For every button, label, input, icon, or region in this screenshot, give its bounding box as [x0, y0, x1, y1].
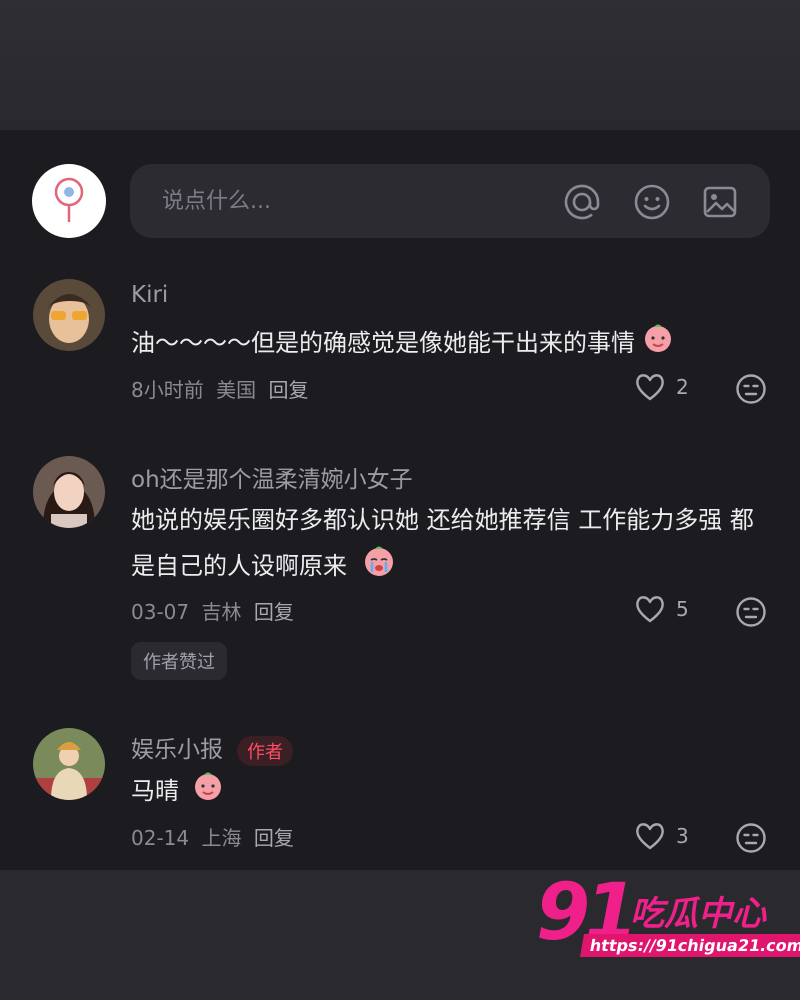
comment-location: 上海	[201, 826, 242, 850]
dislike-face-icon[interactable]	[735, 822, 767, 854]
like-button[interactable]: 2	[634, 372, 689, 402]
comment-time: 02-14	[131, 826, 190, 850]
heart-icon	[636, 374, 664, 401]
like-count: 3	[676, 824, 689, 848]
heart-icon	[636, 596, 664, 623]
avatar[interactable]	[33, 456, 105, 528]
comment-time: 03-07	[131, 600, 190, 624]
reply-button[interactable]: 回复	[254, 600, 294, 624]
comment-text: 她说的娱乐圈好多都认识她 还给她推荐信 工作能力多强 都是自己的人设啊原来	[131, 498, 771, 592]
image-button[interactable]	[700, 182, 740, 222]
like-button[interactable]: 3	[634, 821, 689, 851]
peach-emoji-icon	[641, 320, 675, 368]
reply-button[interactable]: 回复	[254, 826, 294, 850]
avatar[interactable]	[33, 728, 105, 800]
avatar-image	[33, 456, 105, 528]
watermark-name: 吃瓜中心	[630, 894, 766, 934]
comment-text-content: 马晴	[131, 777, 179, 805]
at-mention-button[interactable]	[562, 182, 602, 222]
peach-emoji-icon	[191, 768, 225, 816]
like-button[interactable]: 5	[634, 594, 689, 624]
comment-author[interactable]: oh还是那个温柔清婉小女子	[131, 460, 413, 494]
site-watermark: 91 吃瓜中心 https://91chigua21.com	[530, 868, 800, 968]
comment-composer	[32, 164, 770, 238]
emoji-icon	[634, 184, 670, 220]
emoji-button[interactable]	[632, 182, 672, 222]
comment-meta: 03-07 吉林 回复	[131, 596, 300, 625]
avatar[interactable]	[33, 279, 105, 351]
crying-peach-emoji-icon	[361, 542, 397, 592]
comment-location: 美国	[216, 378, 257, 402]
comment-author: 娱乐小报 作者	[131, 730, 293, 766]
comment-text: 油～～～～但是的确感觉是像她能干出来的事情	[131, 320, 771, 368]
dislike-face-icon[interactable]	[735, 596, 767, 628]
comment-location: 吉林	[201, 600, 242, 624]
current-user-avatar[interactable]	[32, 164, 106, 238]
comment-text: 马晴	[131, 768, 771, 816]
author-badge: 作者	[237, 735, 293, 766]
image-icon	[703, 186, 737, 218]
video-backdrop	[0, 0, 800, 130]
pin-logo-icon	[54, 177, 84, 222]
heart-icon	[636, 823, 664, 850]
comment-input-box[interactable]	[130, 164, 770, 238]
dislike-face-icon[interactable]	[735, 373, 767, 405]
comment-author[interactable]: Kiri	[131, 282, 168, 308]
like-count: 2	[676, 375, 689, 399]
at-icon	[564, 184, 600, 220]
reply-button[interactable]: 回复	[268, 378, 308, 402]
comment-text-content: 油～～～～但是的确感觉是像她能干出来的事情	[131, 329, 635, 357]
comment-time: 8小时前	[131, 378, 204, 402]
avatar-image	[33, 728, 105, 800]
comment-input[interactable]	[162, 180, 542, 222]
comment-meta: 02-14 上海 回复	[131, 822, 300, 851]
avatar-image	[33, 279, 105, 351]
author-liked-tag: 作者赞过	[131, 642, 227, 680]
comment-text-content: 她说的娱乐圈好多都认识她 还给她推荐信 工作能力多强 都是自己的人设啊原来	[131, 506, 754, 580]
author-name[interactable]: 娱乐小报	[131, 737, 223, 763]
like-count: 5	[676, 597, 689, 621]
comment-meta: 8小时前 美国 回复	[131, 374, 314, 403]
watermark-url: https://91chigua21.com	[579, 934, 800, 957]
